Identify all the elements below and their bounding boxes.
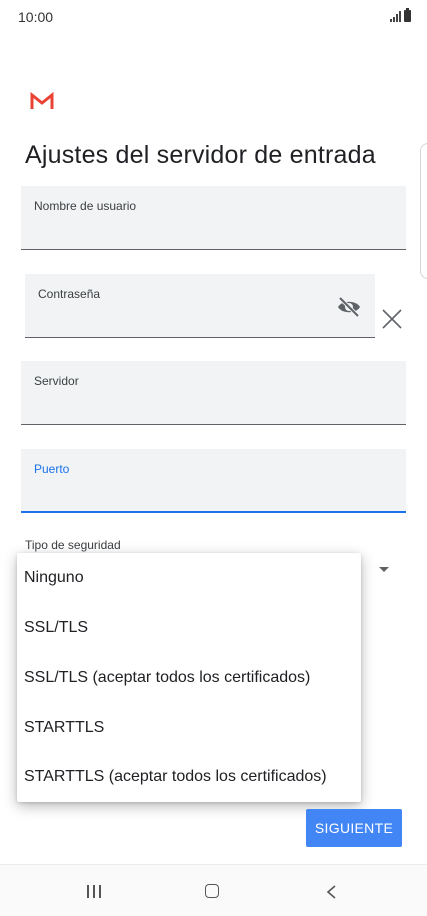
password-field[interactable]: Contraseña <box>25 274 375 338</box>
security-option-ssl-tls[interactable]: SSL/TLS <box>17 603 361 653</box>
port-field[interactable]: Puerto <box>21 449 406 513</box>
chevron-down-icon[interactable] <box>379 567 389 572</box>
security-option-starttls[interactable]: STARTTLS <box>17 703 361 753</box>
security-option-none[interactable]: Ninguno <box>17 553 361 603</box>
status-icons <box>390 8 411 22</box>
page-title: Ajustes del servidor de entrada <box>25 141 376 169</box>
server-field[interactable]: Servidor <box>21 361 406 425</box>
battery-icon <box>404 8 411 22</box>
password-label: Contraseña <box>38 287 101 301</box>
back-icon[interactable] <box>325 884 339 900</box>
signal-icon <box>390 10 401 22</box>
recents-icon[interactable] <box>87 885 101 898</box>
eye-off-icon[interactable] <box>336 294 362 320</box>
edge-panel-handle[interactable] <box>420 143 427 279</box>
gmail-icon <box>30 92 54 109</box>
port-label: Puerto <box>34 462 70 476</box>
navigation-bar <box>0 864 427 916</box>
username-field[interactable]: Nombre de usuario <box>21 186 406 250</box>
server-input[interactable] <box>34 396 393 418</box>
security-option-ssl-tls-accept-all[interactable]: SSL/TLS (aceptar todos los certificados) <box>17 653 361 703</box>
status-time: 10:00 <box>18 9 54 25</box>
security-type-label: Tipo de seguridad <box>25 538 121 552</box>
next-button[interactable]: SIGUIENTE <box>306 809 402 847</box>
home-icon[interactable] <box>205 884 219 898</box>
security-option-starttls-accept-all[interactable]: STARTTLS (aceptar todos los certificados… <box>17 752 361 802</box>
status-bar: 10:00 <box>0 0 427 36</box>
username-input[interactable] <box>34 221 393 243</box>
port-input[interactable] <box>34 483 393 505</box>
security-type-dropdown: Ninguno SSL/TLS SSL/TLS (aceptar todos l… <box>17 553 361 802</box>
username-label: Nombre de usuario <box>34 199 137 213</box>
close-icon[interactable] <box>381 308 403 330</box>
password-input[interactable] <box>38 309 327 331</box>
server-label: Servidor <box>34 374 79 388</box>
